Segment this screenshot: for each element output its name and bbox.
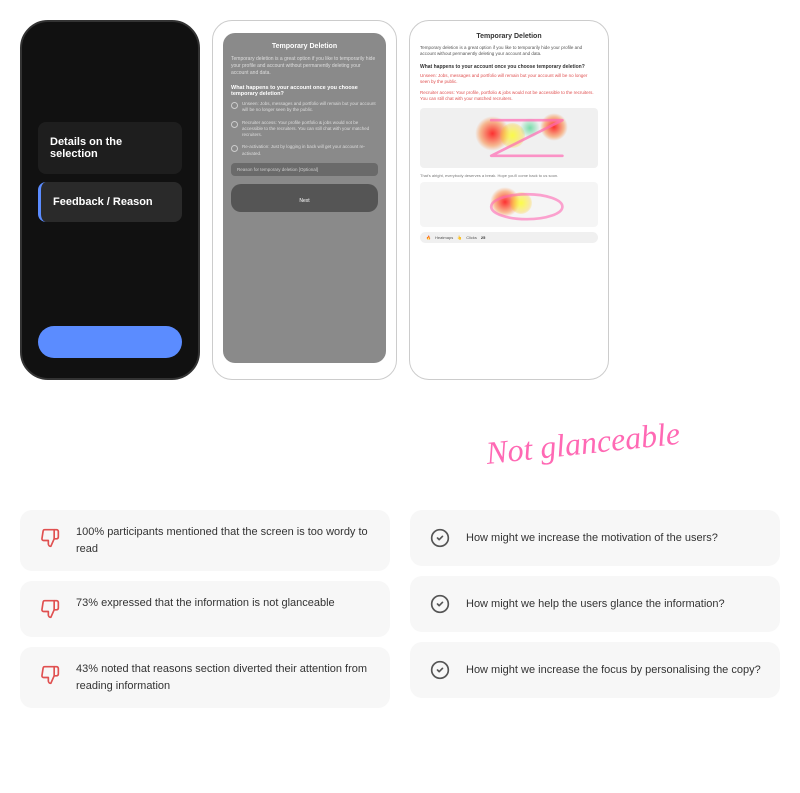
hmw-text-1: How might we increase the motivation of … [466, 530, 718, 547]
white-text-red-2: Recruiter access: Your profile, portfoli… [420, 90, 598, 103]
checkmark-icon-2 [426, 590, 454, 618]
hmw-text-3: How might we increase the focus by perso… [466, 662, 761, 679]
gray-input-area: Reason for temporary deletion [Optional] [231, 163, 378, 176]
clicks-count: 25 [481, 235, 485, 240]
bottom-section: 100% participants mentioned that the scr… [0, 490, 800, 718]
heatmap-bottom [420, 182, 598, 227]
gray-radio-text-3: Re-activation: Just by logging in back w… [242, 144, 378, 157]
gray-section: What happens to your account once you ch… [231, 85, 378, 97]
insights-column: 100% participants mentioned that the scr… [20, 510, 390, 708]
thumbs-down-icon-3 [36, 661, 64, 689]
gray-intro: Temporary deletion is a great option if … [231, 56, 378, 77]
heatmap-icon: 🔥 [426, 235, 431, 240]
white-title: Temporary Deletion [420, 33, 598, 40]
insight-card-1: 100% participants mentioned that the scr… [20, 510, 390, 571]
gray-radio-1: Unseen: Jobs, messages and portfolio wil… [231, 101, 378, 114]
checkmark-icon-3 [426, 656, 454, 684]
gray-next-btn: Next [231, 184, 378, 212]
phone-gray-mockup: Temporary Deletion Temporary deletion is… [212, 20, 397, 380]
insight-text-2: 73% expressed that the information is no… [76, 595, 335, 612]
white-small-text: That's alright, everybody deserves a bre… [420, 173, 598, 178]
heatmap-label: Heatmaps [435, 235, 453, 240]
not-glanceable-svg: Not glanceable [480, 405, 760, 465]
radio-dot-1 [231, 102, 238, 109]
radio-dot-3 [231, 145, 238, 152]
hmw-card-2: How might we help the users glance the i… [410, 576, 780, 632]
dark-next-button [38, 326, 182, 358]
phone-dark-mockup: Details on the selection Feedback / Reas… [20, 20, 200, 380]
thumbs-down-icon-2 [36, 595, 64, 623]
hmw-card-3: How might we increase the focus by perso… [410, 642, 780, 698]
checkmark-icon-1 [426, 524, 454, 552]
dark-menu-item-1: Details on the selection [38, 122, 182, 174]
insight-text-1: 100% participants mentioned that the scr… [76, 524, 374, 557]
gray-radio-text-2: Recruiter access: Your profile portfolio… [242, 120, 378, 139]
phone-bottom-bar: 🔥 Heatmaps 👆 Clicks 25 [420, 232, 598, 243]
phone-white-mockup: Temporary Deletion Temporary deletion is… [409, 20, 609, 380]
white-section: What happens to your account once you ch… [420, 64, 598, 70]
insight-card-2: 73% expressed that the information is no… [20, 581, 390, 637]
hmw-card-1: How might we increase the motivation of … [410, 510, 780, 566]
gray-radio-text-1: Unseen: Jobs, messages and portfolio wil… [242, 101, 378, 114]
clicks-label: Clicks [466, 235, 477, 240]
gray-title: Temporary Deletion [231, 43, 378, 50]
hmw-text-2: How might we help the users glance the i… [466, 596, 725, 613]
radio-dot-2 [231, 121, 238, 128]
gray-radio-2: Recruiter access: Your profile portfolio… [231, 120, 378, 139]
not-glanceable-annotation: Not glanceable [480, 405, 760, 470]
gray-radio-3: Re-activation: Just by logging in back w… [231, 144, 378, 157]
white-intro: Temporary deletion is a great option if … [420, 45, 598, 58]
insight-card-3: 43% noted that reasons section diverted … [20, 647, 390, 708]
hmw-column: How might we increase the motivation of … [410, 510, 780, 708]
heatmap-top [420, 108, 598, 168]
dark-menu-item-2: Feedback / Reason [38, 182, 182, 222]
clicks-icon: 👆 [457, 235, 462, 240]
insight-text-3: 43% noted that reasons section diverted … [76, 661, 374, 694]
gray-input-label: Reason for temporary deletion [Optional] [237, 167, 372, 172]
not-glanceable-text: Not glanceable [483, 415, 681, 465]
heat-blob-4 [540, 113, 568, 141]
heat-blob-bottom-2 [510, 192, 532, 214]
white-text-red-1: Unseen: Jobs, messages and portfolio wil… [420, 73, 598, 86]
thumbs-down-icon-1 [36, 524, 64, 552]
heat-blob-3 [520, 118, 540, 138]
